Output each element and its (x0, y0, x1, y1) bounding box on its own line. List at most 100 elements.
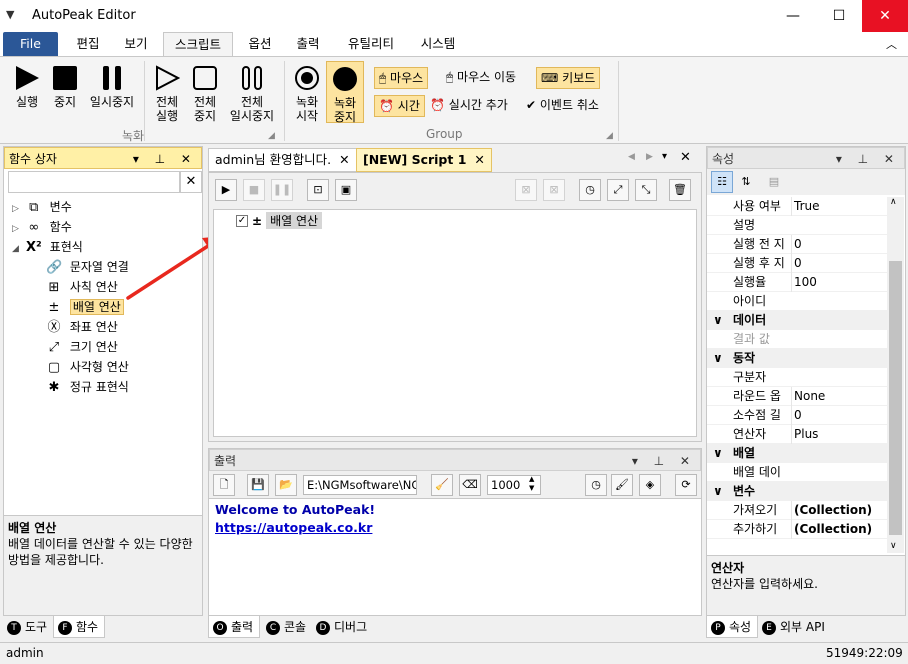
tree-item-function[interactable]: ▷ ∞ 함수 (12, 217, 72, 237)
property-row[interactable]: 결과 값 (707, 330, 887, 349)
save-log-button[interactable]: 💾 (247, 474, 269, 496)
property-row[interactable]: 추가하기 (Collection) (707, 520, 887, 539)
script-item-array-op[interactable]: ✓ ± 배열 연산 (236, 212, 323, 229)
function-search-input[interactable] (8, 171, 180, 193)
tree-item-expression[interactable]: ◢ X² 표현식 (12, 237, 83, 257)
property-row[interactable]: 실행 후 지0 (707, 254, 887, 273)
property-category-array[interactable]: ∨ 배열 (707, 444, 887, 463)
tree-item-regex[interactable]: ✱ 정규 표현식 (46, 377, 129, 397)
tab-edit[interactable]: 편집 (66, 32, 110, 56)
timestamp-button[interactable]: ◷ (585, 474, 607, 496)
tab-script-1[interactable]: [NEW] Script 1 ✕ (356, 148, 492, 172)
tab-file[interactable]: File (3, 32, 58, 56)
property-row[interactable]: 라운드 옵 None (707, 387, 887, 406)
tab-external-api[interactable]: E 외부 API (758, 616, 834, 638)
close-button[interactable]: ✕ (862, 0, 908, 32)
sort-alpha-icon[interactable]: ⇅ (735, 171, 757, 193)
editor-trash-button[interactable]: 🗑 (669, 179, 691, 201)
scroll-tabs-right-icon[interactable]: ▶ (646, 152, 653, 162)
tree-item-array-op[interactable]: ± 배열 연산 (46, 297, 124, 317)
editor-step-run-button[interactable]: ▣ (335, 179, 357, 201)
record-stop-button[interactable]: 녹화 중지 (326, 61, 364, 124)
group-launcher-icon[interactable]: ◢ (268, 131, 275, 141)
search-clear-button[interactable]: ✕ (180, 171, 202, 193)
tab-console[interactable]: C 콘솔 (262, 616, 314, 638)
new-log-button[interactable]: 🗋 (213, 474, 235, 496)
editor-stop-button[interactable]: ■ (243, 179, 265, 201)
property-row[interactable]: 배열 데이 (707, 463, 887, 482)
clean-button[interactable]: 🧹 (431, 474, 453, 496)
categorized-view-icon[interactable]: ☷ (711, 171, 733, 193)
mouse-move-toggle[interactable]: 🖱 마우스 이동 (446, 67, 516, 89)
tree-item-string-concat[interactable]: 🔗 문자열 연결 (46, 257, 129, 277)
tree-item-coordinate-op[interactable]: Ⓧ 좌표 연산 (46, 317, 117, 337)
stop-all-button[interactable]: 전체 중지 (188, 65, 222, 123)
record-start-button[interactable]: 녹화 시작 (290, 65, 324, 123)
panel-header-tools[interactable]: ▾ ⊥ ✕ (133, 148, 197, 170)
property-row[interactable]: 구분자 (707, 368, 887, 387)
property-pages-icon[interactable]: ▤ (763, 171, 785, 193)
group-launcher-icon[interactable]: ◢ (606, 131, 613, 141)
scrollbar-thumb[interactable] (889, 261, 902, 535)
tree-item-rectangle-op[interactable]: ▢ 사각형 연산 (46, 357, 129, 377)
property-row[interactable]: 설명 (707, 216, 887, 235)
website-link[interactable]: https://autopeak.co.kr (215, 520, 372, 535)
close-tab-icon[interactable]: ✕ (339, 152, 349, 167)
tab-options[interactable]: 옵션 (238, 32, 282, 56)
stepper-arrows-icon[interactable]: ▲ ▼ (529, 475, 534, 493)
minimize-button[interactable]: — (770, 0, 816, 32)
event-cancel-button[interactable]: ✔ 이벤트 취소 (526, 95, 599, 117)
app-menu-icon[interactable]: ▼ (6, 8, 14, 21)
mouse-toggle[interactable]: 🖱 마우스 (374, 67, 429, 89)
property-row[interactable]: 연산자 Plus (707, 425, 887, 444)
editor-expand-button[interactable]: ⤢ (607, 179, 629, 201)
editor-run-button[interactable]: ▶ (215, 179, 237, 201)
editor-pause-button[interactable]: ❚❚ (271, 179, 293, 201)
panel-header-tools[interactable]: ▾ ⊥ ✕ (632, 450, 696, 472)
property-row[interactable]: 사용 여부 True (707, 197, 887, 216)
tab-debug[interactable]: D 디버그 (312, 616, 374, 638)
property-row[interactable]: 아이디 (707, 292, 887, 311)
tab-system[interactable]: 시스템 (410, 32, 466, 56)
editor-delete-button[interactable]: ⊠ (543, 179, 565, 201)
tree-item-variable[interactable]: ▷ ⧉ 변수 (12, 197, 72, 217)
tab-welcome[interactable]: admin님 환영합니다. ✕ (208, 148, 357, 172)
editor-step-button[interactable]: ⊡ (307, 179, 329, 201)
tab-functions[interactable]: F 함수 (53, 616, 105, 638)
scroll-down-icon[interactable]: ∨ (890, 541, 897, 551)
run-all-button[interactable]: 전체 실행 (150, 65, 184, 123)
collapse-ribbon-icon[interactable]: ︿ (886, 36, 897, 52)
realtime-add-toggle[interactable]: ⏰ 실시간 추가 (430, 95, 508, 117)
tab-output-log[interactable]: O 출력 (208, 616, 260, 638)
tree-item-size-op[interactable]: ⤢ 크기 연산 (46, 337, 118, 357)
property-category-data[interactable]: ∨ 데이터 (707, 311, 887, 330)
close-tab-icon[interactable]: ✕ (474, 152, 484, 167)
properties-scrollbar[interactable]: ∧ ∨ (887, 197, 904, 553)
chevron-down-icon[interactable]: ∨ (713, 444, 723, 463)
tab-output[interactable]: 출력 (286, 32, 330, 56)
chevron-down-icon[interactable]: ∨ (713, 349, 723, 368)
tab-properties[interactable]: P 속성 (706, 616, 758, 638)
stop-button[interactable]: 중지 (48, 65, 82, 109)
pause-all-button[interactable]: 전체 일시중지 (226, 65, 278, 123)
time-toggle[interactable]: ⏰ 시간 (374, 95, 425, 117)
tab-view[interactable]: 보기 (114, 32, 158, 56)
property-category-variable[interactable]: ∨ 변수 (707, 482, 887, 501)
fill-button[interactable]: ◈ (639, 474, 661, 496)
open-folder-button[interactable]: 📂 (275, 474, 297, 496)
refresh-button[interactable]: ⟳ (675, 474, 697, 496)
editor-timer-button[interactable]: ◷ (579, 179, 601, 201)
property-row[interactable]: 실행 전 지0 (707, 235, 887, 254)
eraser-button[interactable]: ⌫ (459, 474, 481, 496)
enabled-checkbox[interactable]: ✓ (236, 214, 248, 227)
scroll-tabs-left-icon[interactable]: ◀ (628, 152, 635, 162)
pause-button[interactable]: 일시중지 (86, 65, 138, 109)
editor-collapse-button[interactable]: ⤡ (635, 179, 657, 201)
scroll-up-icon[interactable]: ∧ (890, 197, 897, 207)
log-path-field[interactable]: E:\NGMsoftware\NG (303, 475, 417, 495)
chevron-down-icon[interactable]: ∨ (713, 311, 723, 330)
tree-item-arithmetic[interactable]: ⊞ 사칙 연산 (46, 277, 118, 297)
property-row[interactable]: 가져오기 (Collection) (707, 501, 887, 520)
editor-disable-button[interactable]: ⊠ (515, 179, 537, 201)
property-row[interactable]: 소수점 길0 (707, 406, 887, 425)
